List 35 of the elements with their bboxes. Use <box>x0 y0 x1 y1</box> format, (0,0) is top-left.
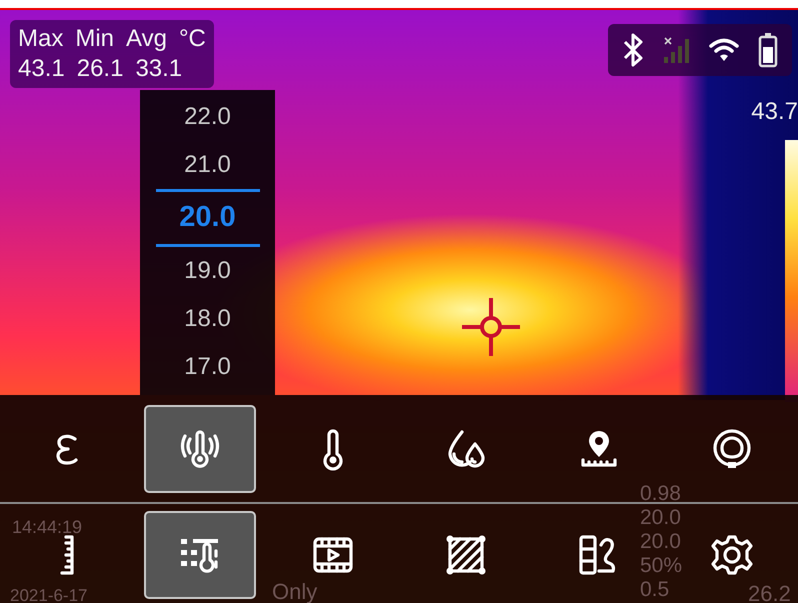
tool-button[interactable] <box>444 533 488 577</box>
bluetooth-icon <box>622 33 644 67</box>
parameter-value: 20.0 <box>640 507 682 529</box>
wifi-icon <box>708 37 740 63</box>
picker-value[interactable]: 19.0 <box>156 247 260 295</box>
picker-value[interactable]: 22.0 <box>156 93 260 141</box>
scale-max-value: 43.7 <box>751 97 798 127</box>
date-text: 2021-6-17 <box>10 587 88 603</box>
battery-icon <box>758 32 778 68</box>
gear-icon <box>710 533 754 577</box>
unit-label: °C <box>178 24 206 54</box>
stat-label: Min <box>75 24 114 54</box>
parameter-value: 0.98 <box>640 483 682 505</box>
stat-label: Max <box>18 24 64 54</box>
stat-label: Avg <box>126 24 167 54</box>
tool-button[interactable] <box>710 533 754 577</box>
ruler-icon <box>60 535 74 575</box>
picker-value[interactable]: 18.0 <box>156 295 260 343</box>
tool-button[interactable] <box>144 404 256 492</box>
tool-button[interactable] <box>144 511 256 599</box>
time-text: 14:44:19 <box>12 518 82 536</box>
parameter-value: 20.0 <box>640 531 682 553</box>
stat-value: 26.1 <box>76 54 124 84</box>
stat-value: 33.1 <box>135 54 182 84</box>
picker-value[interactable]: 17.0 <box>156 343 260 391</box>
crosshair-icon <box>462 298 520 356</box>
spot-temperature: 26.2 <box>748 583 791 603</box>
hatched-square-icon <box>444 533 488 577</box>
value-picker[interactable]: 22.0 21.0 20.0 19.0 18.0 17.0 <box>140 90 275 395</box>
parameter-value: 0.5 <box>640 579 670 601</box>
picker-value[interactable]: 20.0 <box>156 189 260 247</box>
signal-icon <box>662 35 690 65</box>
picker-value[interactable]: 21.0 <box>156 141 260 189</box>
stat-value: 43.1 <box>18 54 65 84</box>
parameter-value: 50% <box>640 555 682 577</box>
